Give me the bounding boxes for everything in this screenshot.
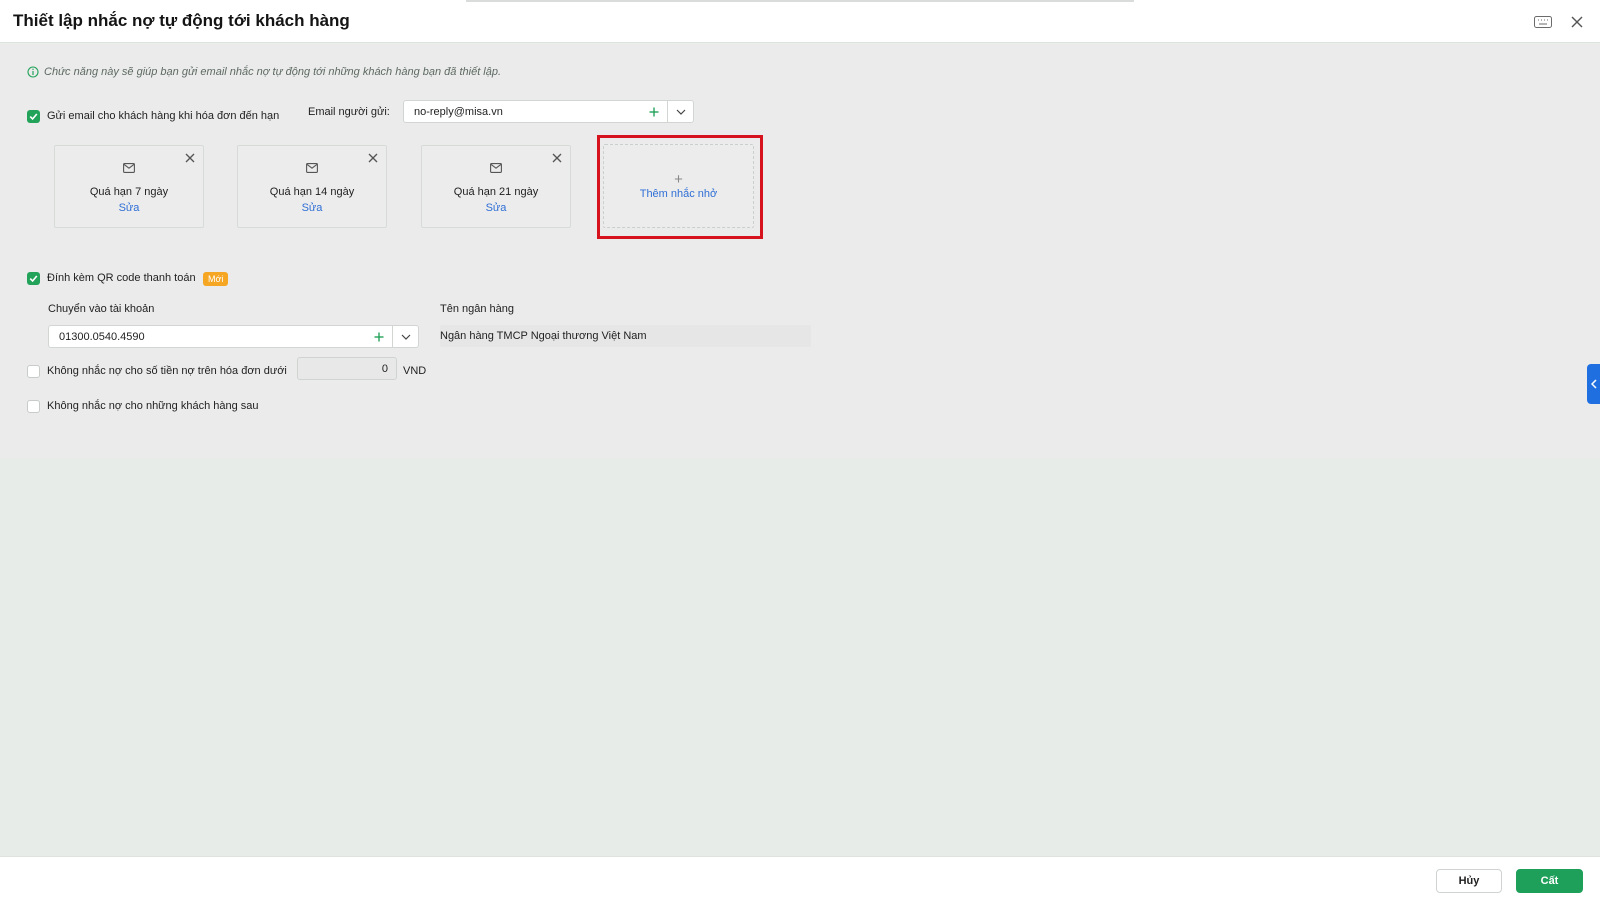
check-icon	[29, 275, 38, 283]
sender-email-label: Email người gửi:	[308, 106, 390, 118]
plus-icon	[649, 107, 659, 116]
info-icon	[27, 66, 39, 78]
check-icon	[29, 113, 38, 121]
remove-reminder-icon[interactable]	[184, 152, 196, 164]
dialog-title: Thiết lập nhắc nợ tự động tới khách hàng	[13, 11, 350, 30]
plus-icon	[374, 332, 384, 341]
plus-icon: +	[674, 171, 683, 188]
account-select[interactable]: 01300.0540.4590	[48, 325, 419, 348]
save-button[interactable]: Cất	[1516, 869, 1583, 893]
account-label: Chuyển vào tài khoản	[48, 303, 155, 315]
keyboard-icon[interactable]	[1532, 11, 1554, 33]
add-reminder-label: Thêm nhắc nhở	[639, 188, 718, 200]
sender-email-select[interactable]: no-reply@misa.vn	[403, 100, 694, 123]
chevron-down-icon	[676, 109, 685, 115]
info-text: Chức năng này sẽ giúp bạn gửi email nhắc…	[44, 66, 502, 78]
min-amount-checkbox[interactable]	[27, 365, 40, 378]
account-dropdown[interactable]	[392, 326, 418, 347]
sender-email-value: no-reply@misa.vn	[414, 105, 503, 118]
min-amount-label: Không nhắc nợ cho số tiền nợ trên hóa đơ…	[47, 365, 287, 377]
exclude-customers-checkbox[interactable]	[27, 400, 40, 413]
qr-code-checkbox[interactable]	[27, 272, 40, 285]
remove-reminder-icon[interactable]	[551, 152, 563, 164]
bank-name-label: Tên ngân hàng	[440, 303, 515, 315]
edit-reminder-link[interactable]: Sửa	[238, 202, 386, 214]
reminder-card: Quá hạn 21 ngày Sửa	[421, 145, 571, 228]
side-panel-toggle[interactable]	[1587, 364, 1600, 404]
reminder-title: Quá hạn 14 ngày	[269, 186, 355, 198]
add-account-button[interactable]	[366, 326, 392, 347]
account-value: 01300.0540.4590	[59, 330, 145, 343]
mail-icon	[123, 163, 135, 173]
reminder-title: Quá hạn 21 ngày	[453, 186, 539, 198]
header-top-line	[466, 0, 1134, 2]
dialog-content	[0, 44, 1600, 458]
new-badge: Mới	[203, 272, 229, 286]
send-email-checkbox[interactable]	[27, 110, 40, 123]
edit-reminder-link[interactable]: Sửa	[55, 202, 203, 214]
sender-email-dropdown[interactable]	[667, 101, 693, 122]
chevron-down-icon	[401, 334, 410, 340]
dialog-empty-area	[0, 458, 1600, 856]
reminder-card: Quá hạn 7 ngày Sửa	[54, 145, 204, 228]
mail-icon	[490, 163, 502, 173]
mail-icon	[306, 163, 318, 173]
chevron-left-icon	[1590, 379, 1597, 389]
reminder-card: Quá hạn 14 ngày Sửa	[237, 145, 387, 228]
send-email-label: Gửi email cho khách hàng khi hóa đơn đến…	[47, 110, 280, 122]
dialog-footer: Hủy Cất	[0, 856, 1600, 900]
close-icon[interactable]	[1566, 11, 1588, 33]
remove-reminder-icon[interactable]	[367, 152, 379, 164]
dialog-header: Thiết lập nhắc nợ tự động tới khách hàng	[0, 0, 1600, 43]
add-sender-button[interactable]	[641, 101, 667, 122]
add-reminder-button[interactable]: + Thêm nhắc nhở	[603, 144, 754, 228]
cancel-button[interactable]: Hủy	[1436, 869, 1502, 893]
info-note: Chức năng này sẽ giúp bạn gửi email nhắc…	[27, 66, 501, 78]
qr-code-label: Đính kèm QR code thanh toán	[47, 272, 196, 284]
edit-reminder-link[interactable]: Sửa	[422, 202, 570, 214]
exclude-customers-label: Không nhắc nợ cho những khách hàng sau	[47, 400, 259, 412]
currency-unit: VND	[403, 365, 427, 377]
bank-name-field: Ngân hàng TMCP Ngoại thương Việt Nam	[440, 325, 811, 347]
min-amount-input[interactable]	[297, 357, 397, 380]
reminder-title: Quá hạn 7 ngày	[89, 186, 169, 198]
